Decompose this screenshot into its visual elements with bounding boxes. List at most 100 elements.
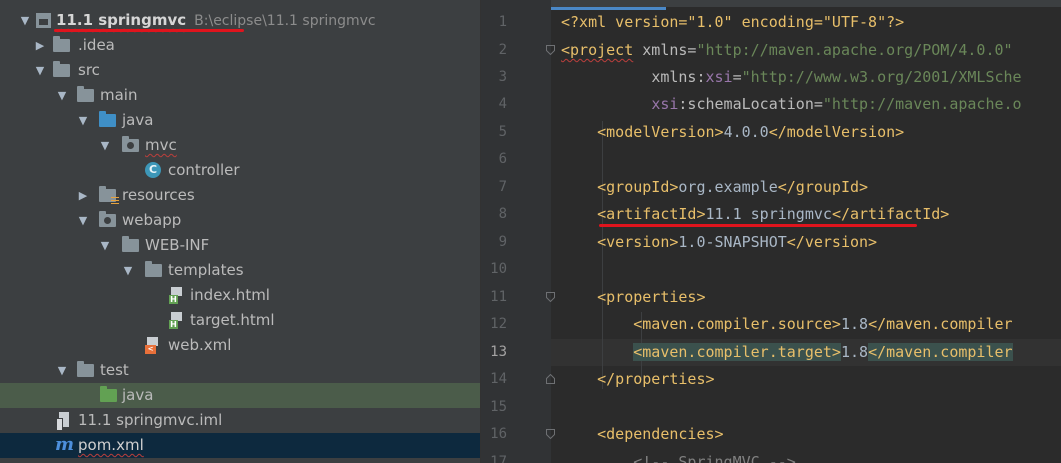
tree-item-label: index.html xyxy=(190,286,270,304)
chevron-down-icon[interactable]: ▼ xyxy=(98,233,112,258)
code-line: <properties> xyxy=(597,288,706,306)
maven-icon: m xyxy=(55,434,75,455)
line-number: 15 xyxy=(490,399,507,415)
line-number: 2 xyxy=(498,42,507,58)
fold-marker-icon[interactable] xyxy=(546,45,555,55)
html-file-icon: H xyxy=(169,287,183,304)
xml-file-icon: < xyxy=(145,337,159,354)
package-icon xyxy=(122,136,139,152)
code-line: <version>1.0-SNAPSHOT</version> xyxy=(597,233,878,251)
line-number: 11 xyxy=(490,289,507,305)
line-number: 16 xyxy=(490,426,507,442)
project-folder-icon xyxy=(36,13,51,28)
line-number: 6 xyxy=(498,151,507,167)
line-number: 4 xyxy=(498,96,507,112)
line-number: 3 xyxy=(498,69,507,85)
code-line-current: <maven.compiler.target>1.8</maven.compil… xyxy=(633,343,1013,361)
folder-icon xyxy=(53,61,70,77)
annotation-underline xyxy=(599,224,917,227)
tree-row-web-xml[interactable]: < web.xml xyxy=(0,333,480,358)
line-number: 1 xyxy=(498,14,507,30)
source-folder-icon xyxy=(99,111,116,127)
fold-marker-icon[interactable] xyxy=(546,292,555,302)
chevron-down-icon[interactable]: ▼ xyxy=(76,108,90,133)
class-icon: C xyxy=(145,162,161,178)
project-tree-panel: ▼ 11.1 springmvc B:\eclipse\11.1 springmv… xyxy=(0,0,480,463)
line-number: 10 xyxy=(490,261,507,277)
project-path: B:\eclipse\11.1 springmvc xyxy=(194,13,376,29)
chevron-right-icon[interactable]: ▶ xyxy=(33,33,47,58)
code-line: <dependencies> xyxy=(597,425,724,443)
tree-item-label: main xyxy=(100,86,138,104)
code-line: <modelVersion>4.0.0</modelVersion> xyxy=(597,123,905,141)
code-line: xsi:schemaLocation="http://maven.apache.… xyxy=(651,95,1022,113)
folder-icon xyxy=(145,261,162,277)
folder-icon xyxy=(53,36,70,52)
html-file-icon: H xyxy=(169,312,183,329)
chevron-down-icon[interactable]: ▼ xyxy=(98,133,112,158)
tree-item-label: src xyxy=(78,61,100,79)
tree-item-label: pom.xml xyxy=(78,436,144,454)
code-line: <?xml version="1.0" encoding="UTF-8"?> xyxy=(561,13,905,31)
line-number: 13 xyxy=(490,344,507,360)
tree-item-label: test xyxy=(100,361,129,379)
tree-row-iml[interactable]: 11.1 springmvc.iml xyxy=(0,408,480,433)
fold-marker-icon[interactable] xyxy=(546,429,555,439)
line-number: 12 xyxy=(490,316,507,332)
tree-row-src[interactable]: ▼ src xyxy=(0,58,480,83)
code-line: <!-- SpringMVC --> xyxy=(633,453,796,463)
chevron-right-icon[interactable]: ▶ xyxy=(76,183,90,208)
editor-tab-strip xyxy=(481,0,1061,10)
tree-row-index-html[interactable]: H index.html xyxy=(0,283,480,308)
line-number: 8 xyxy=(498,206,507,222)
line-number: 14 xyxy=(490,371,507,387)
tree-item-label: controller xyxy=(168,161,240,179)
tree-row-pom-xml[interactable]: m pom.xml xyxy=(0,433,480,458)
line-number: 17 xyxy=(490,454,507,463)
chevron-down-icon[interactable]: ▼ xyxy=(55,358,69,383)
tree-row-target-html[interactable]: H target.html xyxy=(0,308,480,333)
code-editor[interactable]: 1 2 3 4 5 6 7 8 9 10 11 12 13 14 15 16 1… xyxy=(481,0,1061,463)
test-folder-icon xyxy=(100,386,117,402)
line-number: 7 xyxy=(498,179,507,195)
chevron-down-icon[interactable]: ▼ xyxy=(76,208,90,233)
folder-icon xyxy=(77,86,94,102)
code-line: <maven.compiler.source>1.8</maven.compil… xyxy=(633,315,1013,333)
resources-folder-icon xyxy=(99,186,119,204)
code-line: <project xmlns="http://maven.apache.org/… xyxy=(561,41,1013,59)
folder-icon xyxy=(122,236,139,252)
tree-item-label: java xyxy=(122,386,154,404)
tree-item-label: target.html xyxy=(190,311,275,329)
line-number: 5 xyxy=(498,124,507,140)
code-line: xmlns:xsi="http://www.w3.org/2001/XMLSch… xyxy=(651,68,1022,86)
tree-row-resources[interactable]: ▶ resources xyxy=(0,183,480,208)
tree-row-mvc[interactable]: ▼ mvc xyxy=(0,133,480,158)
fold-marker-icon[interactable] xyxy=(546,374,555,384)
tree-row-webapp[interactable]: ▼ webapp xyxy=(0,208,480,233)
tree-item-label: web.xml xyxy=(168,336,232,354)
tree-row-main[interactable]: ▼ main xyxy=(0,83,480,108)
line-number: 9 xyxy=(498,234,507,250)
annotation-underline xyxy=(54,29,244,32)
code-line: <groupId>org.example</groupId> xyxy=(597,178,869,196)
project-name: 11.1 springmvc xyxy=(56,11,187,29)
tree-item-label: templates xyxy=(168,261,244,279)
tree-row-test-java[interactable]: java xyxy=(0,383,480,408)
chevron-down-icon[interactable]: ▼ xyxy=(33,58,47,83)
tree-row-controller[interactable]: C controller xyxy=(0,158,480,183)
tree-item-label: resources xyxy=(122,186,195,204)
tree-row-idea[interactable]: ▶ .idea xyxy=(0,33,480,58)
tree-row-java[interactable]: ▼ java xyxy=(0,108,480,133)
tree-row-test[interactable]: ▼ test xyxy=(0,358,480,383)
chevron-down-icon[interactable]: ▼ xyxy=(18,8,32,33)
chevron-down-icon[interactable]: ▼ xyxy=(55,83,69,108)
chevron-down-icon[interactable]: ▼ xyxy=(121,258,135,283)
tree-row-web-inf[interactable]: ▼ WEB-INF xyxy=(0,233,480,258)
tree-item-label: .idea xyxy=(78,36,115,54)
code-line: </properties> xyxy=(597,370,715,388)
tree-item-label: WEB-INF xyxy=(145,236,210,254)
tree-item-label: mvc xyxy=(145,136,177,154)
tree-item-label: webapp xyxy=(122,211,182,229)
web-folder-icon xyxy=(99,211,116,227)
tree-row-templates[interactable]: ▼ templates xyxy=(0,258,480,283)
